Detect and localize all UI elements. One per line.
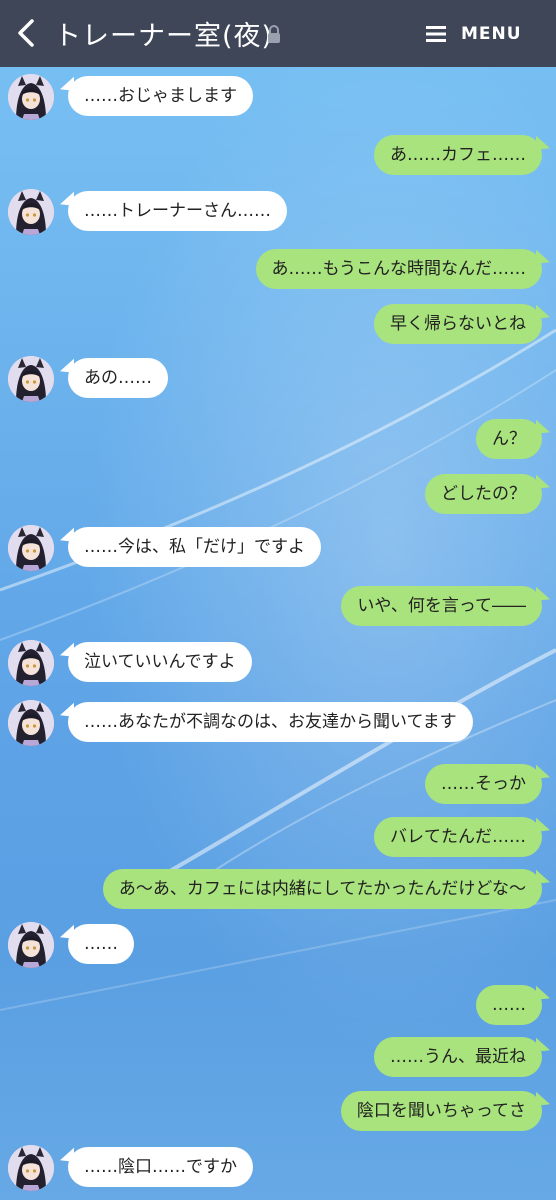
outgoing-message-bubble[interactable]: 陰口を聞いちゃってさ: [340, 1091, 542, 1131]
avatar[interactable]: [8, 525, 54, 571]
message-row: ……そっか: [0, 764, 556, 810]
avatar[interactable]: [8, 189, 54, 235]
chevron-left-icon[interactable]: [14, 18, 40, 48]
outgoing-message-bubble[interactable]: ……: [476, 985, 542, 1025]
menu-label: MENU: [461, 24, 522, 44]
avatar[interactable]: [8, 640, 54, 686]
incoming-message-bubble[interactable]: ……陰口……ですか: [68, 1147, 253, 1187]
message-row: 早く帰らないとね: [0, 304, 556, 350]
incoming-message-bubble[interactable]: 泣いていいんですよ: [68, 642, 252, 682]
incoming-message-bubble[interactable]: あの……: [68, 358, 168, 398]
avatar[interactable]: [8, 1145, 54, 1191]
outgoing-message-bubble[interactable]: どしたの？: [425, 474, 542, 514]
outgoing-message-bubble[interactable]: ……そっか: [425, 764, 542, 804]
outgoing-message-bubble[interactable]: ……うん、最近ね: [374, 1037, 542, 1077]
message-row: ……: [0, 922, 556, 968]
message-row: ……: [0, 985, 556, 1031]
avatar[interactable]: [8, 356, 54, 402]
outgoing-message-bubble[interactable]: あ……もうこんな時間なんだ……: [255, 249, 542, 289]
incoming-message-bubble[interactable]: ……今は、私「だけ」ですよ: [68, 527, 321, 567]
avatar[interactable]: [8, 922, 54, 968]
message-row: ん？: [0, 419, 556, 465]
outgoing-message-bubble[interactable]: いや、何を言って――: [341, 586, 542, 626]
incoming-message-bubble[interactable]: ……おじゃまします: [68, 76, 253, 116]
outgoing-message-bubble[interactable]: バレてたんだ……: [374, 817, 542, 857]
message-row: バレてたんだ……: [0, 817, 556, 863]
message-row: いや、何を言って――: [0, 586, 556, 632]
message-row: ……おじゃまします: [0, 74, 556, 120]
message-row: 陰口を聞いちゃってさ: [0, 1091, 556, 1137]
incoming-message-bubble[interactable]: ……: [68, 924, 134, 964]
message-row: あ……カフェ……: [0, 135, 556, 181]
lock-icon: [268, 25, 280, 43]
hamburger-icon: [426, 26, 446, 42]
outgoing-message-bubble[interactable]: あ……カフェ……: [374, 135, 542, 175]
chat-title: トレーナー室(夜): [54, 21, 274, 52]
incoming-message-bubble[interactable]: ……トレーナーさん……: [68, 191, 287, 231]
chat-header: トレーナー室(夜) MENU: [0, 0, 556, 67]
avatar[interactable]: [8, 74, 54, 120]
message-row: ……うん、最近ね: [0, 1037, 556, 1083]
message-row: ……あなたが不調なのは、お友達から聞いてます: [0, 700, 556, 746]
message-row: 泣いていいんですよ: [0, 640, 556, 686]
message-row: あ……もうこんな時間なんだ……: [0, 249, 556, 295]
outgoing-message-bubble[interactable]: あ～あ、カフェには内緒にしてたかったんだけどな～: [102, 869, 542, 909]
message-row: ……陰口……ですか: [0, 1145, 556, 1191]
message-row: ……トレーナーさん……: [0, 189, 556, 235]
outgoing-message-bubble[interactable]: 早く帰らないとね: [374, 304, 542, 344]
message-row: ……今は、私「だけ」ですよ: [0, 525, 556, 571]
outgoing-message-bubble[interactable]: ん？: [476, 419, 542, 459]
message-row: あの……: [0, 356, 556, 402]
message-row: どしたの？: [0, 474, 556, 520]
avatar[interactable]: [8, 700, 54, 746]
menu-button[interactable]: MENU: [426, 20, 522, 48]
message-row: あ～あ、カフェには内緒にしてたかったんだけどな～: [0, 869, 556, 915]
incoming-message-bubble[interactable]: ……あなたが不調なのは、お友達から聞いてます: [68, 702, 473, 742]
